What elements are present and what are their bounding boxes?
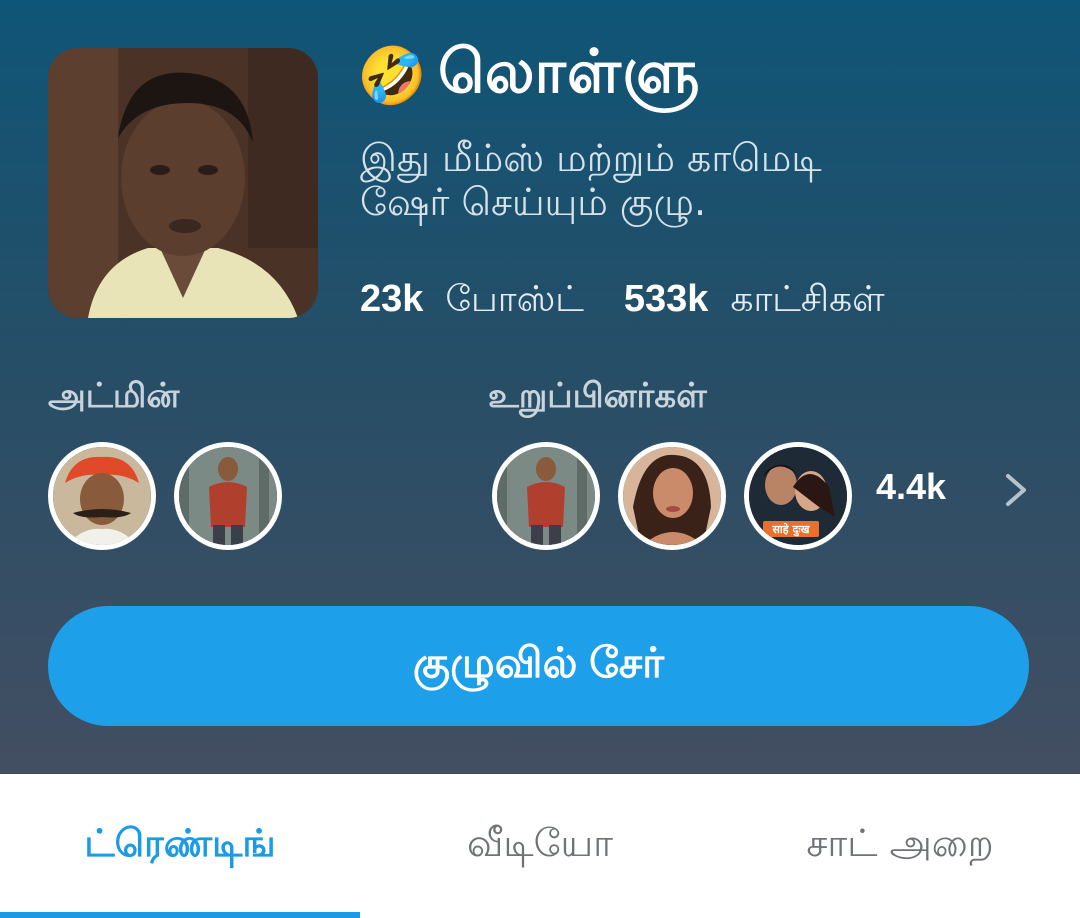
views-count: 533k bbox=[623, 278, 709, 320]
member-count[interactable]: 4.4k bbox=[876, 466, 946, 508]
chevron-right-icon[interactable] bbox=[996, 470, 1036, 510]
tab-bar: ட்ரெண்டிங் வீடியோ சாட் அறை bbox=[0, 774, 1080, 918]
tab-chat-room[interactable]: சாட் அறை bbox=[720, 774, 1080, 918]
members-label: உறுப்பினர்கள் bbox=[488, 376, 707, 416]
group-header: 🤣 லொள்ளு இது மீம்ஸ் மற்றும் காமெடி ஷேர் … bbox=[0, 0, 1080, 774]
tab-video[interactable]: வீடியோ bbox=[360, 774, 720, 918]
join-group-button[interactable]: குழுவில் சேர் bbox=[48, 606, 1029, 726]
group-description: இது மீம்ஸ் மற்றும் காமெடி ஷேர் செய்யும் … bbox=[360, 136, 980, 224]
member-avatar-1[interactable] bbox=[492, 442, 600, 550]
admin-avatar-1[interactable] bbox=[48, 442, 156, 550]
description-line-2: ஷேர் செய்யும் குழு. bbox=[360, 180, 707, 225]
posts-count: 23k bbox=[360, 278, 424, 320]
join-group-label: குழுவில் சேர் bbox=[412, 639, 665, 686]
tab-chat-room-label: சாட் அறை bbox=[806, 821, 994, 865]
group-title-row: 🤣 லொள்ளு bbox=[357, 36, 701, 116]
description-line-1: இது மீம்ஸ் மற்றும் காமெடி bbox=[360, 136, 822, 180]
member-avatar-3[interactable]: साहे दुःख bbox=[744, 442, 852, 550]
tab-trending-label: ட்ரெண்டிங் bbox=[84, 821, 276, 865]
admins-label: அட்மின் bbox=[48, 376, 180, 416]
member-avatar-2[interactable] bbox=[618, 442, 726, 550]
posts-label: போஸ்ட் bbox=[445, 279, 584, 320]
active-tab-indicator bbox=[0, 912, 360, 918]
tab-video-label: வீடியோ bbox=[466, 821, 614, 865]
admin-avatar-2[interactable] bbox=[174, 442, 282, 550]
views-label: காட்சிகள் bbox=[730, 279, 885, 320]
tab-trending[interactable]: ட்ரெண்டிங் bbox=[0, 774, 360, 918]
poster-text: साहे दुःख bbox=[771, 522, 810, 537]
rofl-emoji-icon: 🤣 bbox=[357, 44, 427, 109]
group-stats: 23k போஸ்ட் 533k காட்சிகள் bbox=[360, 278, 885, 325]
group-title: லொள்ளு bbox=[438, 37, 701, 107]
group-photo bbox=[48, 48, 318, 318]
